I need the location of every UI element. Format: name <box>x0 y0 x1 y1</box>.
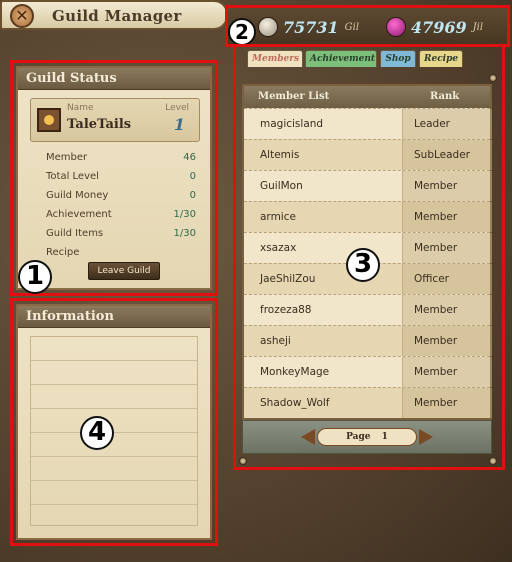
information-title: Information <box>26 309 114 324</box>
member-rank: Member <box>414 242 458 254</box>
member-name: JaeShilZou <box>260 273 316 285</box>
member-rank: Member <box>414 335 458 347</box>
table-row[interactable]: Shadow_Wolf Member <box>244 387 492 418</box>
marker-2: 2 <box>228 18 256 46</box>
stat-achievement: Achievement 1/30 <box>46 209 196 225</box>
member-rank: Member <box>414 180 458 192</box>
member-rank: Member <box>414 366 458 378</box>
page-indicator: Page 1 <box>317 428 417 446</box>
page-number: 1 <box>381 432 388 442</box>
pin-icon <box>489 74 497 82</box>
member-rank: Leader <box>414 118 451 130</box>
marker-1: 1 <box>18 260 52 294</box>
jil-gem-icon <box>386 17 406 37</box>
tab-shop[interactable]: Shop <box>380 50 416 67</box>
stat-guild-money: Guild Money 0 <box>46 190 196 206</box>
stat-member: Member 46 <box>46 152 196 168</box>
tab-achievement[interactable]: Achievement <box>305 50 377 67</box>
stat-value: 1/30 <box>173 209 196 220</box>
member-name: magicisland <box>260 118 324 130</box>
page-prev-arrow-icon[interactable] <box>301 429 315 445</box>
member-name: armice <box>260 211 296 223</box>
jil-unit: Jil <box>472 21 484 33</box>
page-label: Page <box>346 432 371 442</box>
table-row[interactable]: asheji Member <box>244 325 492 356</box>
member-rank: Member <box>414 397 458 409</box>
stat-value: 0 <box>189 171 196 182</box>
member-name: Altemis <box>260 149 300 161</box>
stat-label: Guild Items <box>46 228 104 239</box>
stat-label: Member <box>46 152 88 163</box>
table-row[interactable]: armice Member <box>244 201 492 232</box>
guild-emblem-icon <box>37 108 61 132</box>
member-rank: SubLeader <box>414 149 470 161</box>
table-row[interactable]: frozeza88 Member <box>244 294 492 325</box>
information-panel: Information <box>16 304 212 540</box>
close-icon[interactable]: ✕ <box>10 4 34 28</box>
information-text-area[interactable] <box>30 336 198 526</box>
title-bar: ✕ Guild Manager <box>0 0 228 30</box>
member-name: frozeza88 <box>260 304 312 316</box>
pagination-bar: Page 1 <box>242 420 492 454</box>
stat-label: Guild Money <box>46 190 109 201</box>
jil-value: 47969 <box>411 17 467 37</box>
leave-guild-button[interactable]: Leave Guild <box>88 262 160 280</box>
column-rank: Rank <box>430 91 460 102</box>
stat-label: Total Level <box>46 171 99 182</box>
table-row[interactable]: magicisland Leader <box>244 108 492 139</box>
level-label: Level <box>165 103 189 113</box>
stat-value: 0 <box>189 190 196 201</box>
stat-guild-items: Guild Items 1/30 <box>46 228 196 244</box>
marker-3: 3 <box>346 248 380 282</box>
marker-4: 4 <box>80 416 114 450</box>
member-rank: Member <box>414 304 458 316</box>
tab-recipe[interactable]: Recipe <box>419 50 463 67</box>
gil-value: 75731 <box>283 17 339 37</box>
pin-icon <box>489 457 497 465</box>
gil-unit: Gil <box>344 21 360 33</box>
window-title: Guild Manager <box>52 7 182 25</box>
tab-members[interactable]: Members <box>247 50 303 67</box>
jil-display: 47969 Jil <box>386 16 483 38</box>
member-table-header: Member List Rank <box>244 86 490 108</box>
member-rank: Officer <box>414 273 449 285</box>
stat-recipe: Recipe <box>46 247 196 263</box>
table-row[interactable]: MonkeyMage Member <box>244 356 492 387</box>
member-rank: Member <box>414 211 458 223</box>
pin-icon <box>239 457 247 465</box>
member-name: Shadow_Wolf <box>260 397 330 409</box>
guild-name: TaleTails <box>67 117 132 132</box>
name-label: Name <box>67 103 94 113</box>
table-row[interactable]: GuilMon Member <box>244 170 492 201</box>
guild-status-title: Guild Status <box>26 71 117 86</box>
guild-card: Name Level TaleTails 1 <box>30 98 200 142</box>
member-name: GuilMon <box>260 180 303 192</box>
guild-level: 1 <box>173 115 185 134</box>
table-row[interactable]: Altemis SubLeader <box>244 139 492 170</box>
member-name: MonkeyMage <box>260 366 330 378</box>
guild-status-header: Guild Status <box>18 68 210 90</box>
stat-value: 1/30 <box>173 228 196 239</box>
currency-bar: 75731 Gil 47969 Jil <box>225 5 510 47</box>
gil-bag-icon <box>258 17 278 37</box>
stat-label: Achievement <box>46 209 112 220</box>
stat-label: Recipe <box>46 247 80 258</box>
information-header: Information <box>18 306 210 328</box>
column-member-list: Member List <box>258 91 330 102</box>
gil-display: 75731 Gil <box>258 16 359 38</box>
stat-value: 46 <box>183 152 196 163</box>
page-next-arrow-icon[interactable] <box>419 429 433 445</box>
stat-total-level: Total Level 0 <box>46 171 196 187</box>
member-name: xsazax <box>260 242 297 254</box>
member-name: asheji <box>260 335 291 347</box>
guild-status-panel: Guild Status Name Level TaleTails 1 Memb… <box>16 66 212 290</box>
